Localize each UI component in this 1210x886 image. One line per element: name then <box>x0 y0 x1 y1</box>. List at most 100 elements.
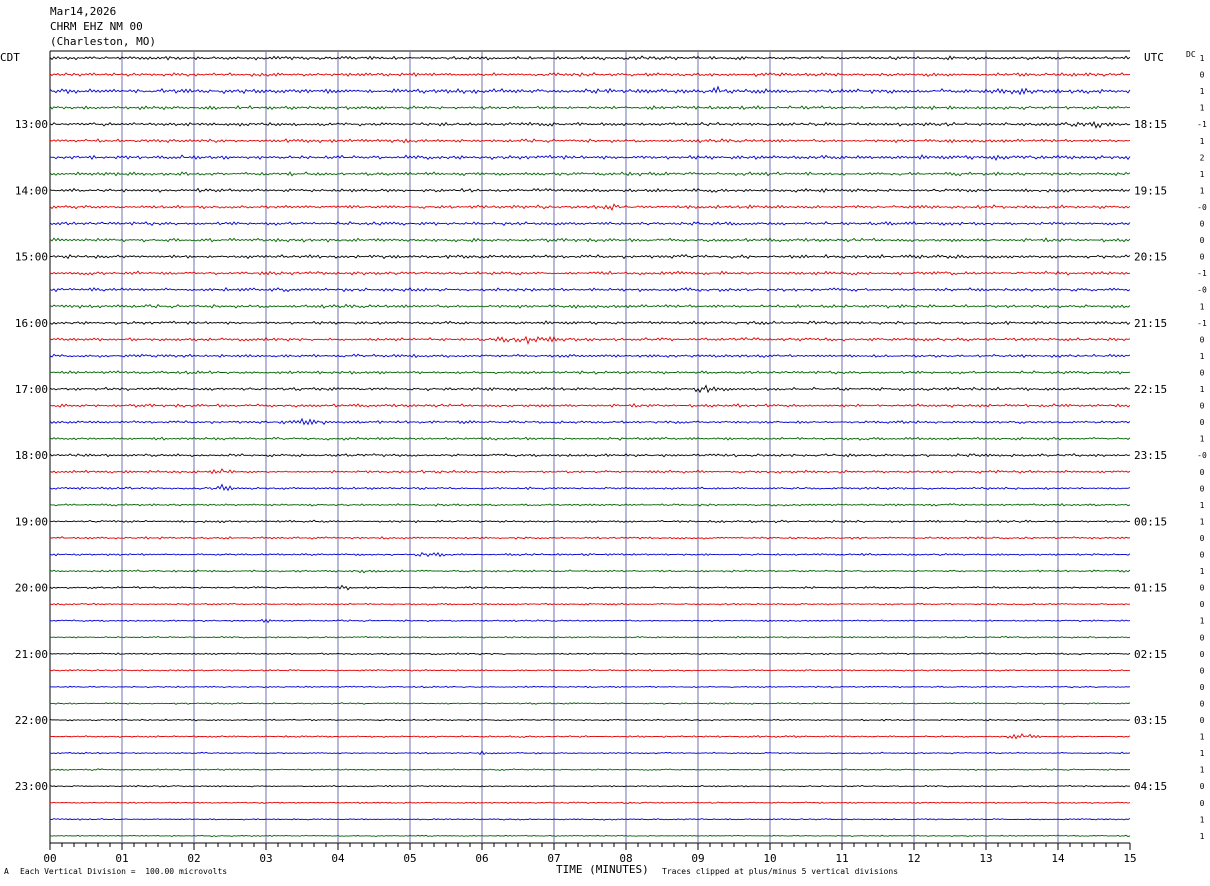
x-tick-label: 05 <box>403 852 416 865</box>
seismic-trace <box>49 818 1131 821</box>
cdt-hour-label: 13:00 <box>15 118 48 131</box>
seismic-trace <box>49 668 1131 672</box>
x-tick-label: 00 <box>43 852 56 865</box>
cdt-hour-label: 14:00 <box>15 184 48 197</box>
dc-offset-value: 0 <box>1200 534 1205 543</box>
dc-offset-value: 2 <box>1200 153 1205 162</box>
dc-offset-value: 0 <box>1200 551 1205 560</box>
seismic-trace <box>49 718 1131 722</box>
dc-offset-value: -0 <box>1197 203 1207 212</box>
seismic-trace <box>49 468 1131 475</box>
dc-offset-value: 0 <box>1200 633 1205 642</box>
dc-offset-value: 1 <box>1200 385 1205 394</box>
seismic-trace <box>49 104 1131 111</box>
seismic-trace <box>49 519 1131 524</box>
seismic-trace <box>49 237 1131 243</box>
x-tick-label: 06 <box>475 852 488 865</box>
seismic-trace <box>49 750 1131 756</box>
seismic-trace <box>49 55 1131 61</box>
footer-scale-note: Each Vertical Division = 100.00 microvol… <box>20 867 228 876</box>
dc-offset-value: 0 <box>1200 335 1205 344</box>
seismic-trace <box>49 154 1131 162</box>
seismic-trace <box>49 503 1131 507</box>
dc-offset-value: -1 <box>1197 120 1207 129</box>
seismic-trace <box>49 417 1131 426</box>
dc-offset-value: 0 <box>1200 666 1205 675</box>
seismic-trace <box>49 384 1131 394</box>
dc-offset-value: 1 <box>1200 832 1205 841</box>
seismic-trace <box>49 72 1131 78</box>
seismic-trace <box>49 635 1131 639</box>
utc-axis-title: UTC <box>1144 51 1164 64</box>
utc-hour-label: 22:15 <box>1134 383 1167 396</box>
dc-offset-value: 0 <box>1200 782 1205 791</box>
helicorder-plot: 00 01 02 03 04 05 06 07 08 09 10 11 12 13 14 15CDT UTC DC… <box>0 50 1207 865</box>
x-tick-label: 02 <box>187 852 200 865</box>
dc-offset-value: 1 <box>1200 54 1205 63</box>
utc-hour-label: 02:15 <box>1134 648 1167 661</box>
utc-hour-label: 20:15 <box>1134 251 1167 264</box>
footer-clip-note: Traces clipped at plus/minus 5 vertical … <box>662 867 899 876</box>
dc-offset-value: 1 <box>1200 87 1205 96</box>
dc-offset-value: 1 <box>1200 766 1205 775</box>
cdt-hour-label: 23:00 <box>15 780 48 793</box>
seismic-trace <box>49 685 1131 689</box>
cdt-axis-title: CDT <box>0 51 20 64</box>
dc-offset-value: 0 <box>1200 699 1205 708</box>
utc-hour-label: 23:15 <box>1134 449 1167 462</box>
x-tick-label: 03 <box>259 852 272 865</box>
cdt-hour-label: 20:00 <box>15 582 48 595</box>
dc-offset-value: 0 <box>1200 484 1205 493</box>
x-tick-label: 04 <box>331 852 345 865</box>
cdt-hour-label: 18:00 <box>15 449 48 462</box>
seismic-trace <box>49 187 1131 194</box>
dc-offset-value: 1 <box>1200 517 1205 526</box>
dc-offset-value: -1 <box>1197 319 1207 328</box>
seismic-trace <box>49 120 1131 129</box>
utc-hour-label: 00:15 <box>1134 515 1167 528</box>
seismic-trace <box>49 483 1131 492</box>
utc-hour-label: 04:15 <box>1134 780 1167 793</box>
utc-hour-label: 18:15 <box>1134 118 1167 131</box>
dc-offset-value: 0 <box>1200 683 1205 692</box>
footer-corner-mark: A <box>4 867 9 876</box>
seismic-trace <box>49 536 1131 540</box>
seismic-trace <box>49 335 1131 345</box>
seismic-trace <box>49 270 1131 276</box>
utc-hour-label: 03:15 <box>1134 714 1167 727</box>
seismic-trace <box>49 253 1131 260</box>
seismic-trace <box>49 584 1131 591</box>
dc-offset-value: 1 <box>1200 435 1205 444</box>
dc-offset-value: 0 <box>1200 650 1205 659</box>
seismic-trace <box>49 171 1131 177</box>
dc-offset-value: 0 <box>1200 368 1205 377</box>
seismic-trace <box>49 551 1131 558</box>
seismic-trace <box>49 733 1131 740</box>
seismic-trace <box>49 569 1131 574</box>
dc-offset-value: 1 <box>1200 749 1205 758</box>
cdt-hour-label: 22:00 <box>15 714 48 727</box>
dc-offset-value: -1 <box>1197 269 1207 278</box>
x-tick-label: 15 <box>1123 852 1136 865</box>
x-tick-label: 10 <box>763 852 776 865</box>
dc-offset-value: 0 <box>1200 600 1205 609</box>
seismic-trace <box>49 834 1131 838</box>
cdt-hour-label: 16:00 <box>15 317 48 330</box>
dc-offset-value: 1 <box>1200 186 1205 195</box>
seismic-trace <box>49 320 1131 326</box>
dc-offset-value: 1 <box>1200 501 1205 510</box>
dc-offset-value: 0 <box>1200 71 1205 80</box>
dc-offset-value: 0 <box>1200 716 1205 725</box>
x-tick-label: 09 <box>691 852 704 865</box>
dc-column-title: DC <box>1186 50 1196 59</box>
dc-offset-value: 0 <box>1200 402 1205 411</box>
x-axis-title: TIME (MINUTES) <box>556 863 649 876</box>
dc-offset-value: 1 <box>1200 170 1205 179</box>
dc-offset-value: 0 <box>1200 253 1205 262</box>
dc-offset-value: 0 <box>1200 799 1205 808</box>
seismic-trace <box>49 602 1131 606</box>
seismic-trace <box>49 220 1131 226</box>
cdt-hour-label: 15:00 <box>15 251 48 264</box>
seismic-trace <box>49 303 1131 309</box>
dc-offset-value: -0 <box>1197 286 1207 295</box>
